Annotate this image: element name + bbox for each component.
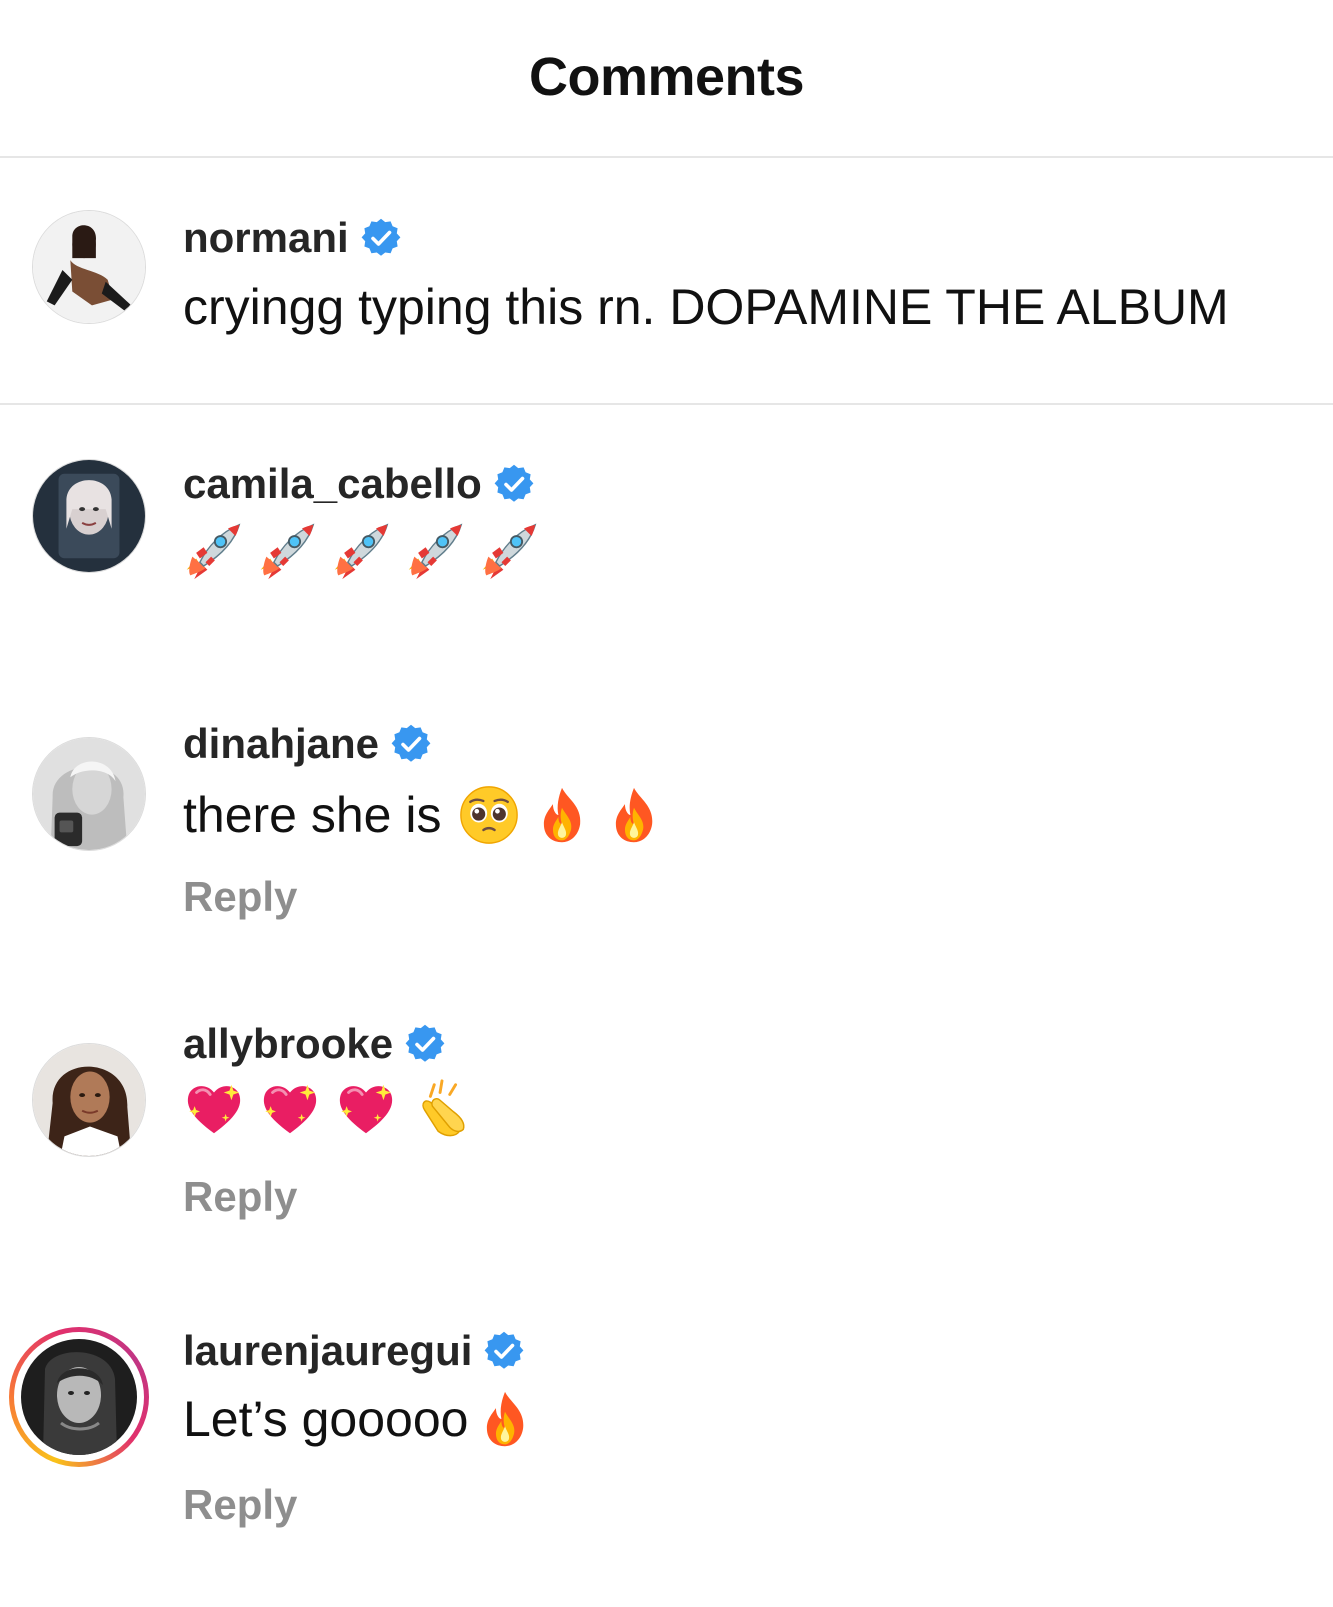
verified-badge-icon xyxy=(484,1331,524,1371)
comment-username[interactable]: dinahjane xyxy=(183,720,379,768)
reply-button[interactable]: Reply xyxy=(183,1173,297,1221)
comment-item: allybrooke Reply xyxy=(0,965,1333,1275)
comment-item: camila_cabello xyxy=(0,405,1333,665)
comment-text: Let’s gooooo xyxy=(183,1387,534,1451)
avatar-photo-camila xyxy=(33,460,145,572)
avatar-story-ring[interactable] xyxy=(9,1327,149,1467)
verified-badge-icon xyxy=(361,218,401,258)
comment-text-body: Let’s gooooo xyxy=(183,1391,469,1447)
pleading-face-icon xyxy=(459,785,519,845)
rocket-icon xyxy=(183,521,243,581)
reply-button[interactable]: Reply xyxy=(183,873,297,921)
comment-item: laurenjauregui Let’s gooooo Reply xyxy=(0,1275,1333,1607)
page-title: Comments xyxy=(528,47,805,107)
avatar-photo-normani xyxy=(33,211,145,323)
comment-emojis xyxy=(183,1077,473,1139)
verified-badge-icon xyxy=(494,464,534,504)
verified-badge-icon xyxy=(391,724,431,764)
rocket-icon xyxy=(257,521,317,581)
rocket-icon xyxy=(479,521,539,581)
comment-item: dinahjane there she is Reply xyxy=(0,665,1333,965)
comment-text: cryingg typing this rn. DOPAMINE THE ALB… xyxy=(183,279,1229,335)
comment-text: there she is xyxy=(183,783,663,847)
comment-username[interactable]: normani xyxy=(183,214,349,262)
comment-item: normani cryingg typing this rn. DOPAMINE… xyxy=(0,158,1333,404)
clapping-hands-icon xyxy=(411,1077,473,1139)
avatar[interactable] xyxy=(30,735,148,853)
comment-emojis xyxy=(183,521,539,581)
comment-text-body: there she is xyxy=(183,787,442,843)
fire-icon xyxy=(533,783,591,847)
avatar-photo-dinahjane xyxy=(33,738,145,850)
comment-username[interactable]: laurenjauregui xyxy=(183,1327,472,1375)
fire-icon xyxy=(476,1387,534,1451)
fire-icon xyxy=(605,783,663,847)
rocket-icon xyxy=(331,521,391,581)
avatar[interactable] xyxy=(30,208,148,326)
comments-header: Comments xyxy=(0,0,1333,158)
comment-username[interactable]: camila_cabello xyxy=(183,460,482,508)
avatar[interactable] xyxy=(30,1041,148,1159)
avatar-photo-allybrooke xyxy=(33,1044,145,1156)
reply-button[interactable]: Reply xyxy=(183,1481,297,1529)
sparkling-heart-icon xyxy=(183,1077,245,1139)
verified-badge-icon xyxy=(405,1024,445,1064)
avatar-photo-laurenjauregui xyxy=(21,1339,137,1455)
sparkling-heart-icon xyxy=(259,1077,321,1139)
rocket-icon xyxy=(405,521,465,581)
sparkling-heart-icon xyxy=(335,1077,397,1139)
comment-username[interactable]: allybrooke xyxy=(183,1020,393,1068)
avatar[interactable] xyxy=(30,457,148,575)
